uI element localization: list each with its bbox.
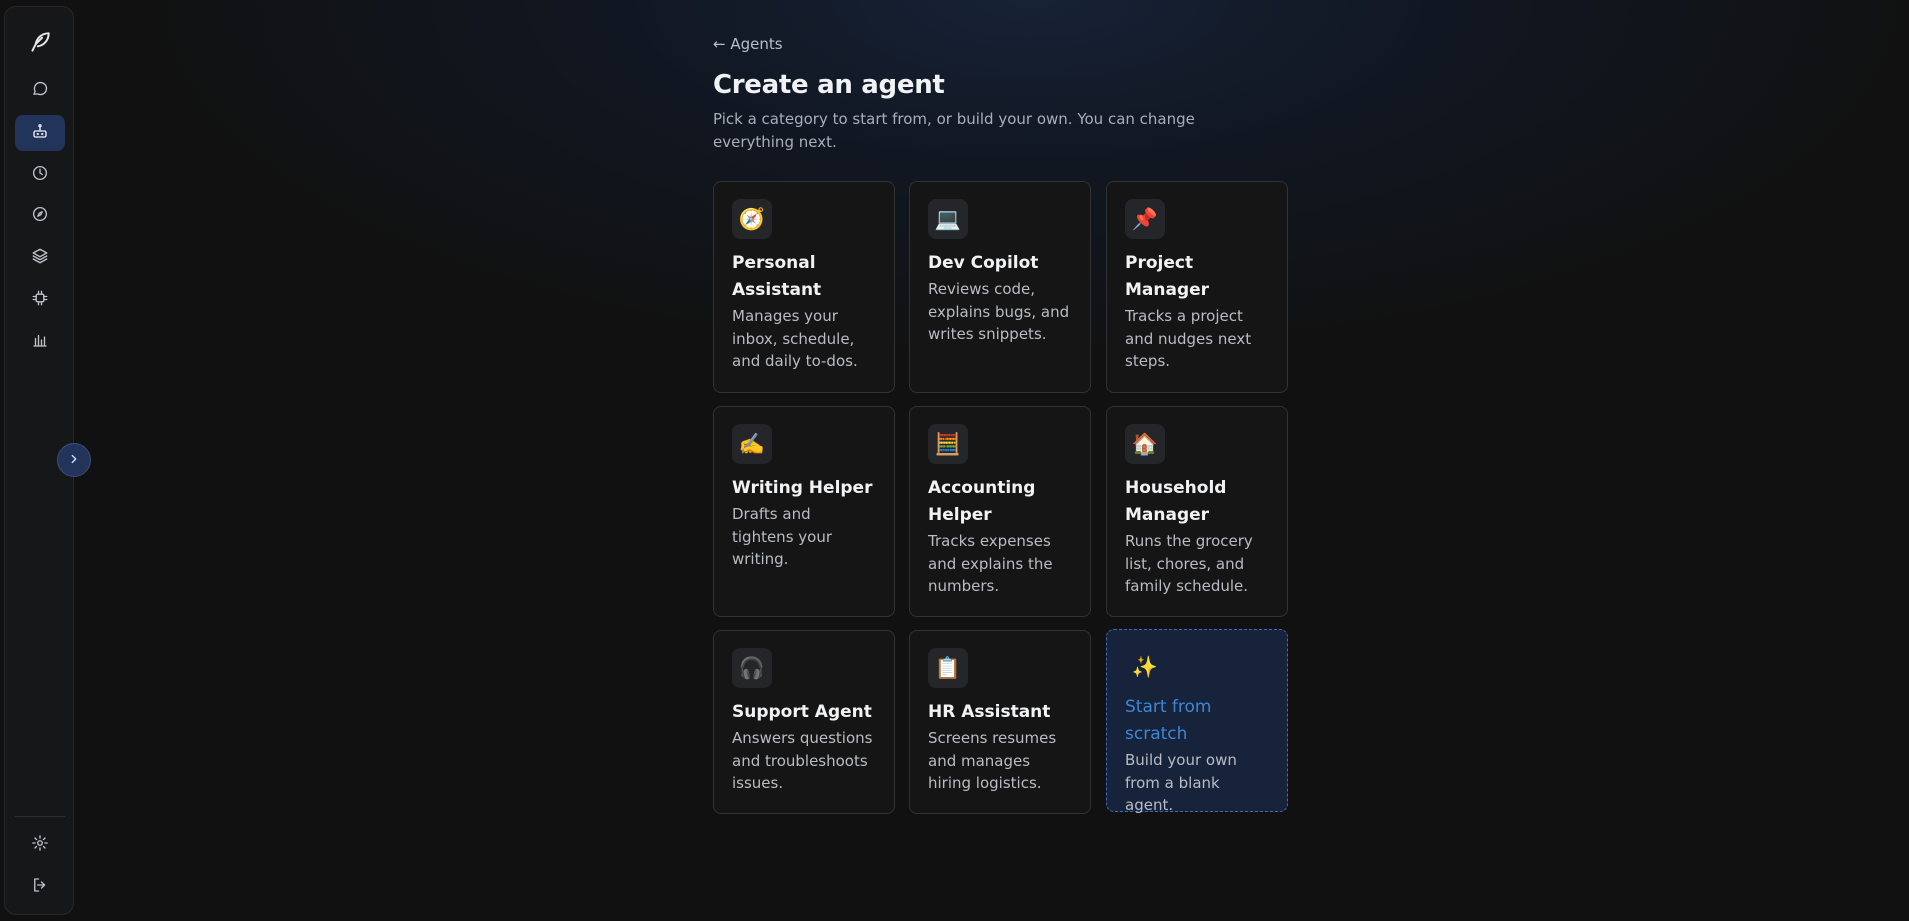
agent-card-hr-assistant[interactable]: 📋 HR Assistant Screens resumes and manag… xyxy=(909,630,1091,814)
house-emoji-icon: 🏠 xyxy=(1125,424,1165,464)
card-title: Dev Copilot xyxy=(928,253,1039,273)
compass-icon xyxy=(31,205,49,227)
sidebar-item-settings[interactable] xyxy=(15,827,65,863)
sidebar-item-analytics[interactable] xyxy=(15,324,65,360)
laptop-emoji-icon: 💻 xyxy=(928,199,968,239)
feather-pen-icon[interactable] xyxy=(27,29,53,55)
card-description: Reviews code, explains bugs, and writes … xyxy=(928,280,1070,343)
card-description: Screens resumes and manages hiring logis… xyxy=(928,729,1057,792)
sidebar-item-logout[interactable] xyxy=(15,869,65,905)
headphones-emoji-icon: 🎧 xyxy=(732,648,772,688)
agent-card-household-manager[interactable]: 🏠 Household Manager Runs the grocery lis… xyxy=(1106,406,1288,617)
clock-icon xyxy=(31,164,49,186)
card-description: Build your own from a blank agent. xyxy=(1125,751,1237,814)
card-description: Tracks a project and nudges next steps. xyxy=(1125,307,1252,370)
chevron-right-icon xyxy=(67,451,81,470)
agent-card-personal-assistant[interactable]: 🧭 Personal Assistant Manages your inbox,… xyxy=(713,181,895,393)
agent-card-dev-copilot[interactable]: 💻 Dev Copilot Reviews code, explains bug… xyxy=(909,181,1091,393)
card-description: Answers questions and troubleshoots issu… xyxy=(732,729,873,792)
card-title: Personal Assistant xyxy=(732,253,822,300)
logout-icon xyxy=(31,876,49,898)
layers-icon xyxy=(31,247,49,269)
card-description: Tracks expenses and explains the numbers… xyxy=(928,532,1053,595)
card-title: Accounting Helper xyxy=(928,478,1036,525)
card-title: Household Manager xyxy=(1125,478,1227,525)
page-subtitle: Pick a category to start from, or build … xyxy=(713,110,1195,151)
agent-card-accounting-helper[interactable]: 🧮 Accounting Helper Tracks expenses and … xyxy=(909,406,1091,617)
card-description: Runs the grocery list, chores, and famil… xyxy=(1125,532,1253,595)
sidebar-item-integrations[interactable] xyxy=(15,282,65,318)
sidebar-expand-button[interactable] xyxy=(57,443,91,477)
gear-icon xyxy=(31,834,49,856)
chat-bubble-icon xyxy=(31,80,49,102)
clipboard-emoji-icon: 📋 xyxy=(928,648,968,688)
abacus-emoji-icon: 🧮 xyxy=(928,424,968,464)
sidebar-item-layers[interactable] xyxy=(15,240,65,276)
pushpin-emoji-icon: 📌 xyxy=(1125,199,1165,239)
sidebar-divider xyxy=(15,816,65,817)
sidebar-item-agents[interactable] xyxy=(15,115,65,151)
writing-hand-emoji-icon: ✍️ xyxy=(732,424,772,464)
back-to-agents-link[interactable]: ← Agents xyxy=(713,35,783,53)
agent-card-support-agent[interactable]: 🎧 Support Agent Answers questions and tr… xyxy=(713,630,895,814)
card-title: Writing Helper xyxy=(732,478,873,498)
card-description: Drafts and tightens your writing. xyxy=(732,505,833,568)
bar-chart-icon xyxy=(31,331,49,353)
start-from-scratch-card[interactable]: ✨ Start from scratch Build your own from… xyxy=(1106,629,1288,814)
sidebar-item-history[interactable] xyxy=(15,157,65,193)
compass-emoji-icon: 🧭 xyxy=(732,199,772,239)
sidebar-item-chat[interactable] xyxy=(15,73,65,109)
agent-card-project-manager[interactable]: 📌 Project Manager Tracks a project and n… xyxy=(1106,181,1288,393)
agent-card-writing-helper[interactable]: ✍️ Writing Helper Drafts and tightens yo… xyxy=(713,406,895,617)
card-title: Start from scratch xyxy=(1125,697,1212,744)
robot-icon xyxy=(31,122,49,144)
card-title: Project Manager xyxy=(1125,253,1210,300)
page-title: Create an agent xyxy=(713,70,945,100)
sparkles-emoji-icon: ✨ xyxy=(1131,654,1159,679)
card-title: Support Agent xyxy=(732,702,872,722)
sidebar-item-explore[interactable] xyxy=(15,198,65,234)
card-description: Manages your inbox, schedule, and daily … xyxy=(732,307,858,370)
chip-icon xyxy=(31,289,49,311)
card-title: HR Assistant xyxy=(928,702,1051,722)
